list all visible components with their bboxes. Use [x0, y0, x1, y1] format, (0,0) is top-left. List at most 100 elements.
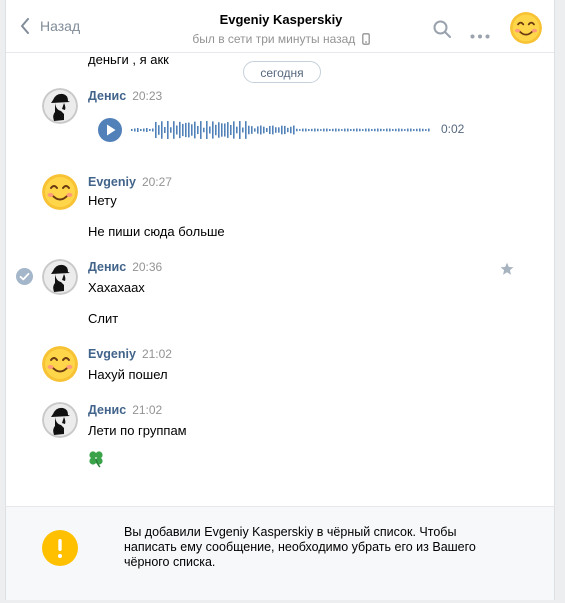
message-meta: Evgeniy 20:27 [88, 174, 172, 189]
user-avatar[interactable] [42, 174, 78, 210]
waveform-bar [356, 128, 358, 132]
waveform-bar [227, 122, 229, 138]
waveform-bar [215, 124, 217, 136]
voice-message[interactable]: 0:02 [98, 118, 478, 142]
waveform-bar [161, 121, 163, 139]
voice-waveform[interactable] [131, 120, 431, 140]
chat-panel: Назад Evgeniy Kasperskiy был в сети три … [5, 0, 555, 600]
message-text: Лети по группам [88, 423, 187, 438]
chat-header: Назад Evgeniy Kasperskiy был в сети три … [6, 0, 554, 53]
waveform-bar [212, 121, 214, 139]
waveform-bar [164, 126, 166, 134]
online-status-text: был в сети три минуты назад [192, 32, 356, 46]
back-button[interactable]: Назад [20, 18, 80, 34]
message-time: 21:02 [132, 403, 163, 417]
waveform-bar [173, 121, 175, 139]
waveform-bar [278, 127, 280, 133]
waveform-bar [365, 128, 367, 132]
waveform-bar [368, 128, 370, 132]
waveform-bar [413, 129, 415, 131]
waveform-bar [140, 129, 142, 131]
waveform-bar [260, 125, 262, 135]
sender-name[interactable]: Денис [88, 260, 126, 274]
message-time: 20:27 [141, 175, 172, 189]
waveform-bar [302, 128, 304, 132]
waveform-bar [410, 128, 412, 132]
select-check-icon[interactable] [16, 268, 33, 285]
waveform-bar [137, 128, 139, 132]
message-text: Нету [88, 193, 117, 208]
waveform-bar [218, 122, 220, 138]
waveform-bar [401, 128, 403, 132]
waveform-bar [197, 125, 199, 135]
waveform-bar [308, 129, 310, 131]
voice-duration: 0:02 [441, 122, 465, 136]
waveform-bar [293, 125, 295, 135]
mobile-icon [361, 33, 370, 45]
message-time: 21:02 [141, 347, 172, 361]
sender-name[interactable]: Денис [88, 89, 126, 103]
waveform-bar [338, 128, 340, 132]
message-meta: Evgeniy 21:02 [88, 346, 172, 361]
waveform-bar [359, 128, 361, 132]
message-meta: Денис 20:23 [88, 88, 162, 103]
waveform-bar [131, 129, 133, 131]
waveform-bar [350, 129, 352, 131]
waveform-bar [392, 129, 394, 131]
waveform-bar [425, 129, 427, 131]
waveform-bar [143, 128, 145, 132]
waveform-bar [341, 129, 343, 131]
waveform-bar [155, 121, 157, 139]
waveform-bar [377, 128, 379, 132]
waveform-bar [254, 128, 256, 132]
waveform-bar [233, 121, 235, 139]
contact-avatar[interactable] [510, 12, 542, 44]
waveform-bar [185, 122, 187, 138]
user-avatar[interactable] [42, 402, 78, 438]
waveform-bar [407, 128, 409, 132]
waveform-bar [251, 126, 253, 134]
waveform-bar [206, 121, 208, 139]
waveform-bar [209, 126, 211, 134]
waveform-bar [245, 121, 247, 139]
waveform-bar [347, 128, 349, 132]
sender-name[interactable]: Evgeniy [88, 347, 136, 361]
waveform-bar [281, 125, 283, 135]
message-text: Не пиши сюда больше [88, 224, 225, 239]
waveform-bar [239, 121, 241, 139]
sender-name[interactable]: Evgeniy [88, 175, 136, 189]
play-button[interactable] [98, 118, 122, 142]
blacklist-notice-text: Вы добавили Evgeniy Kasperskiy в чёрный … [124, 525, 476, 569]
waveform-bar [167, 121, 169, 139]
waveform-bar [335, 128, 337, 132]
message-text: Хахахаах [88, 280, 145, 295]
waveform-bar [371, 129, 373, 131]
waveform-bar [299, 129, 301, 131]
waveform-bar [419, 128, 421, 132]
user-avatar[interactable] [42, 88, 78, 124]
message-meta: Денис 20:36 [88, 259, 162, 274]
chat-title-block[interactable]: Evgeniy Kasperskiy был в сети три минуты… [156, 12, 406, 46]
search-icon[interactable] [433, 20, 451, 41]
user-avatar[interactable] [42, 346, 78, 382]
waveform-bar [362, 129, 364, 131]
message-meta: Денис 21:02 [88, 402, 162, 417]
waveform-bar [236, 126, 238, 134]
waveform-bar [386, 128, 388, 132]
waveform-bar [290, 126, 292, 134]
play-icon [107, 124, 116, 136]
sender-name[interactable]: Денис [88, 403, 126, 417]
star-icon[interactable] [500, 262, 514, 279]
waveform-bar [146, 128, 148, 132]
waveform-bar [404, 129, 406, 131]
waveform-bar [158, 125, 160, 135]
more-icon[interactable] [470, 27, 490, 42]
user-avatar[interactable] [42, 259, 78, 295]
waveform-bar [284, 125, 286, 135]
waveform-bar [272, 125, 274, 135]
waveform-bar [188, 122, 190, 138]
waveform-bar [416, 128, 418, 132]
waveform-bar [170, 127, 172, 133]
waveform-bar [332, 128, 334, 132]
waveform-bar [263, 126, 265, 134]
